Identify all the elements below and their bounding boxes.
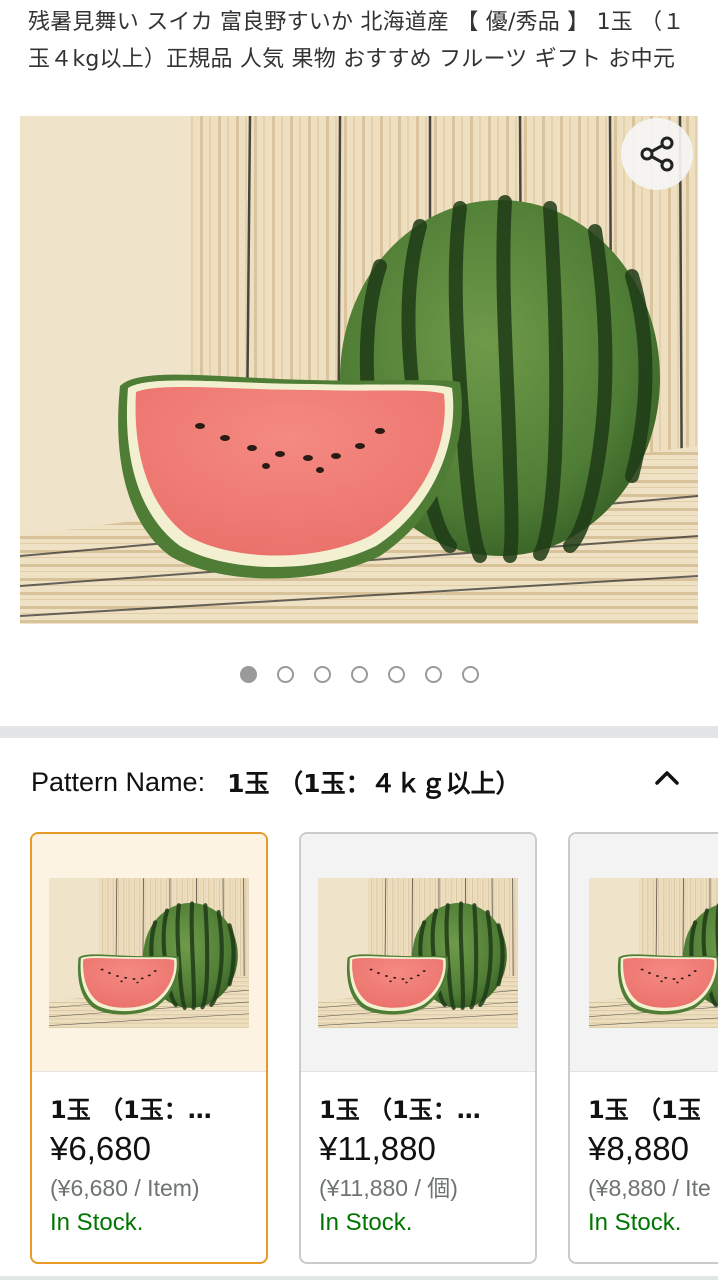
variant-card[interactable]: 1玉 （1玉：… ¥6,680 (¥6,680 / Item) In Stock… — [30, 832, 268, 1264]
pattern-label: Pattern Name: — [31, 766, 206, 797]
carousel-dot[interactable] — [350, 666, 368, 683]
variant-stock-status: In Stock. — [319, 1209, 413, 1236]
variant-unit-price: (¥8,880 / Ite — [588, 1175, 711, 1201]
variant-stock-status: In Stock. — [588, 1209, 682, 1236]
product-image[interactable] — [20, 116, 698, 624]
variant-card[interactable]: 1玉 （1玉 ¥8,880 (¥8,880 / Ite In Stock. — [568, 832, 718, 1264]
variant-unit-price: (¥11,880 / 個) — [319, 1175, 458, 1201]
variant-name: 1玉 （1玉：… — [319, 1096, 481, 1124]
product-title: 残暑見舞い スイカ 富良野すいか 北海道産 【 優/秀品 】 1玉 （１玉４kg… — [28, 10, 685, 72]
variant-name: 1玉 （1玉：… — [50, 1096, 212, 1124]
section-divider — [0, 726, 718, 738]
share-button[interactable] — [621, 118, 693, 190]
variant-stock-status: In Stock. — [50, 1209, 144, 1236]
carousel-dot[interactable] — [461, 666, 479, 683]
carousel-dot[interactable] — [424, 666, 442, 683]
variant-card[interactable]: 1玉 （1玉：… ¥11,880 (¥11,880 / 個) In Stock. — [299, 832, 537, 1264]
variant-price: ¥11,880 — [319, 1130, 436, 1167]
variant-image-area — [570, 834, 718, 1072]
carousel-dot[interactable] — [313, 666, 331, 683]
variant-thumbnail — [318, 877, 518, 1028]
variant-unit-price: (¥6,680 / Item) — [50, 1175, 200, 1201]
variant-price: ¥8,880 — [588, 1130, 689, 1167]
variant-price: ¥6,680 — [50, 1130, 151, 1167]
image-carousel-dots — [0, 666, 718, 683]
variant-image-area — [301, 834, 535, 1072]
variant-thumbnail — [49, 877, 249, 1028]
carousel-dot[interactable] — [276, 666, 294, 683]
variant-thumbnail — [589, 877, 718, 1028]
share-icon — [640, 136, 674, 172]
variant-image-area — [32, 834, 266, 1072]
carousel-dot[interactable] — [239, 666, 257, 683]
bottom-divider — [0, 1276, 718, 1280]
watermelon-photo — [20, 116, 698, 624]
pattern-value: 1玉 （1玉：４ｋｇ以上） — [227, 769, 521, 798]
chevron-up-icon[interactable] — [647, 758, 687, 798]
variant-name: 1玉 （1玉 — [588, 1096, 700, 1124]
carousel-dot[interactable] — [387, 666, 405, 683]
pattern-selector-header[interactable]: Pattern Name: 1玉 （1玉：４ｋｇ以上） — [31, 762, 691, 802]
